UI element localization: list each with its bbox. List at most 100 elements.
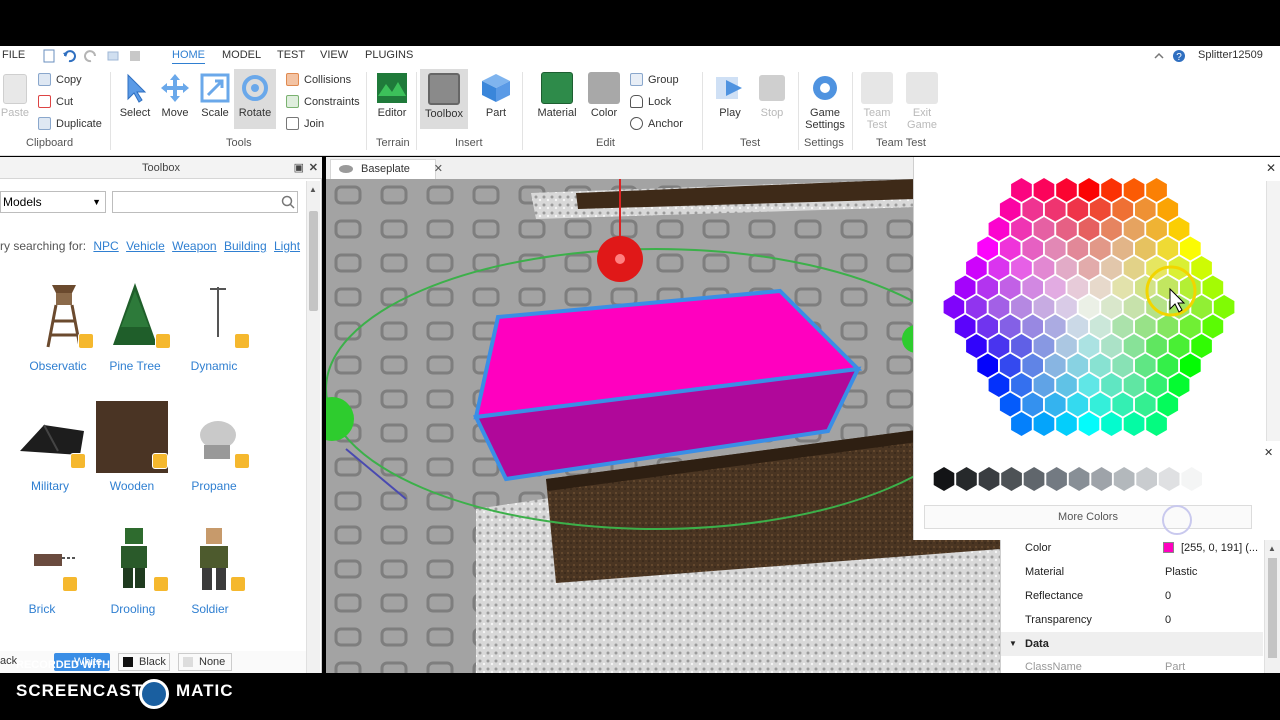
lamp-post-icon	[178, 281, 250, 353]
model-item[interactable]: Wooden	[92, 401, 172, 493]
model-item[interactable]: Military	[10, 401, 90, 493]
paste-button[interactable]: Paste	[0, 74, 30, 119]
property-row[interactable]: Transparency 0	[1001, 608, 1263, 632]
gray-swatch[interactable]	[1135, 465, 1158, 493]
scrollbar-thumb[interactable]	[309, 211, 318, 311]
play-button[interactable]: Play	[710, 72, 750, 119]
gray-swatch[interactable]	[1180, 465, 1203, 493]
move-arrows-icon	[161, 74, 189, 102]
material-button[interactable]: Material	[536, 72, 578, 119]
gray-swatch[interactable]	[932, 465, 956, 493]
tab-plugins[interactable]: PLUGINS	[365, 49, 413, 61]
close-icon[interactable]: ✕	[1264, 446, 1280, 462]
undo-icon[interactable]	[62, 49, 76, 63]
gray-swatch[interactable]	[1000, 465, 1023, 493]
anchor-icon	[630, 117, 643, 130]
game-settings-button[interactable]: Game Settings	[802, 72, 848, 131]
scroll-up-icon[interactable]: ▲	[1268, 544, 1276, 553]
3d-viewport[interactable]	[326, 179, 1000, 673]
save-icon[interactable]	[128, 49, 142, 63]
dock-icon[interactable]: ▣	[294, 157, 304, 179]
move-button[interactable]: Move	[156, 72, 194, 119]
rotate-button[interactable]: Rotate	[234, 69, 276, 129]
suggestion-link[interactable]: Building	[224, 239, 267, 253]
property-row[interactable]: Reflectance 0	[1001, 584, 1263, 608]
model-item[interactable]: Brick	[2, 524, 82, 616]
scale-button[interactable]: Scale	[196, 72, 234, 119]
model-item[interactable]: Drooling	[93, 524, 173, 616]
more-colors-button[interactable]: More Colors	[924, 505, 1252, 529]
toolbox-icon	[428, 73, 460, 105]
constraints-toggle[interactable]: Constraints	[286, 95, 360, 108]
tab-model[interactable]: MODEL	[222, 49, 261, 61]
scroll-up-icon[interactable]: ▲	[309, 185, 318, 194]
close-tab-icon[interactable]: ✕	[434, 160, 443, 178]
model-item[interactable]: Propane	[174, 401, 254, 493]
select-button[interactable]: Select	[116, 72, 154, 119]
toolbox-button[interactable]: Toolbox	[420, 69, 468, 129]
help-icon[interactable]: ?	[1172, 49, 1186, 63]
model-item[interactable]: Pine Tree	[95, 281, 175, 373]
model-item[interactable]: Observatic	[18, 281, 98, 373]
gray-swatch[interactable]	[1090, 465, 1113, 493]
gray-swatch[interactable]	[1067, 465, 1091, 493]
menu-bar: FILE HOME MODEL TEST VIEW PLUGINS ? Spli…	[0, 46, 1280, 66]
gray-swatch[interactable]	[1157, 465, 1181, 493]
cut-button[interactable]: Cut	[38, 95, 73, 108]
part-button[interactable]: Part	[476, 72, 516, 119]
suggestion-link[interactable]: NPC	[93, 239, 118, 253]
file-menu[interactable]: FILE	[2, 49, 25, 61]
suggestion-link[interactable]: Light	[274, 239, 300, 253]
section-header[interactable]: ▼ Data	[1001, 632, 1263, 656]
properties-panel: Color [255, 0, 191] (... Material Plasti…	[1000, 540, 1280, 673]
model-item[interactable]: Soldier	[170, 524, 250, 616]
lock-button[interactable]: Lock	[630, 95, 671, 108]
tab-test[interactable]: TEST	[277, 49, 305, 61]
collisions-toggle[interactable]: Collisions	[286, 73, 351, 86]
scrollbar-thumb[interactable]	[1268, 558, 1277, 658]
redo-icon[interactable]	[84, 49, 98, 63]
suggestion-link[interactable]: Vehicle	[126, 239, 165, 253]
property-row[interactable]: Material Plastic	[1001, 560, 1263, 584]
gray-swatch[interactable]	[1112, 465, 1136, 493]
toolbox-scrollbar[interactable]: ▲	[306, 181, 320, 673]
picker-scrollbar[interactable]	[1266, 181, 1280, 441]
gray-swatch[interactable]	[1045, 465, 1068, 493]
screencast-watermark: RECORDED WITH SCREENCAST MATIC	[0, 655, 300, 715]
username[interactable]: Splitter12509	[1198, 49, 1263, 61]
search-icon[interactable]	[281, 195, 295, 209]
color-hex-grid[interactable]	[914, 157, 1280, 497]
gray-swatch[interactable]	[955, 465, 978, 493]
model-item[interactable]: Dynamic	[174, 281, 254, 373]
lock-icon	[630, 95, 643, 108]
duplicate-button[interactable]: Duplicate	[38, 117, 102, 130]
terrain-editor-button[interactable]: Editor	[372, 72, 412, 119]
group-button[interactable]: Group	[630, 73, 679, 86]
team-test-button[interactable]: Team Test	[858, 72, 896, 131]
join-checkbox[interactable]: Join	[286, 117, 324, 130]
chevron-up-icon[interactable]	[1152, 49, 1166, 63]
copy-button[interactable]: Copy	[38, 73, 82, 86]
color-button[interactable]: Color	[584, 72, 624, 119]
tab-baseplate[interactable]: Baseplate ✕	[330, 159, 443, 179]
property-row[interactable]: Color [255, 0, 191] (...	[1001, 536, 1263, 560]
new-file-icon[interactable]	[42, 49, 56, 63]
category-dropdown[interactable]: Models ▼	[0, 191, 106, 213]
screencast-logo-icon	[139, 679, 169, 709]
anchor-button[interactable]: Anchor	[630, 117, 683, 130]
search-input[interactable]	[112, 191, 298, 213]
close-icon[interactable]: ✕	[309, 157, 318, 179]
tab-view[interactable]: VIEW	[320, 49, 348, 61]
gray-swatch[interactable]	[977, 465, 1001, 493]
property-row[interactable]: ClassName Part	[1001, 655, 1263, 679]
badge-icon	[234, 453, 250, 469]
stop-button[interactable]: Stop	[754, 72, 790, 119]
suggestion-link[interactable]: Weapon	[172, 239, 216, 253]
close-icon[interactable]: ✕	[1266, 161, 1276, 175]
exit-game-button[interactable]: Exit Game	[902, 72, 942, 131]
tab-home[interactable]: HOME	[172, 49, 205, 64]
properties-scrollbar[interactable]: ▲	[1264, 540, 1280, 673]
publish-icon[interactable]	[106, 49, 120, 63]
test-group-label: Test	[740, 137, 761, 149]
gray-swatch[interactable]	[1022, 465, 1046, 493]
